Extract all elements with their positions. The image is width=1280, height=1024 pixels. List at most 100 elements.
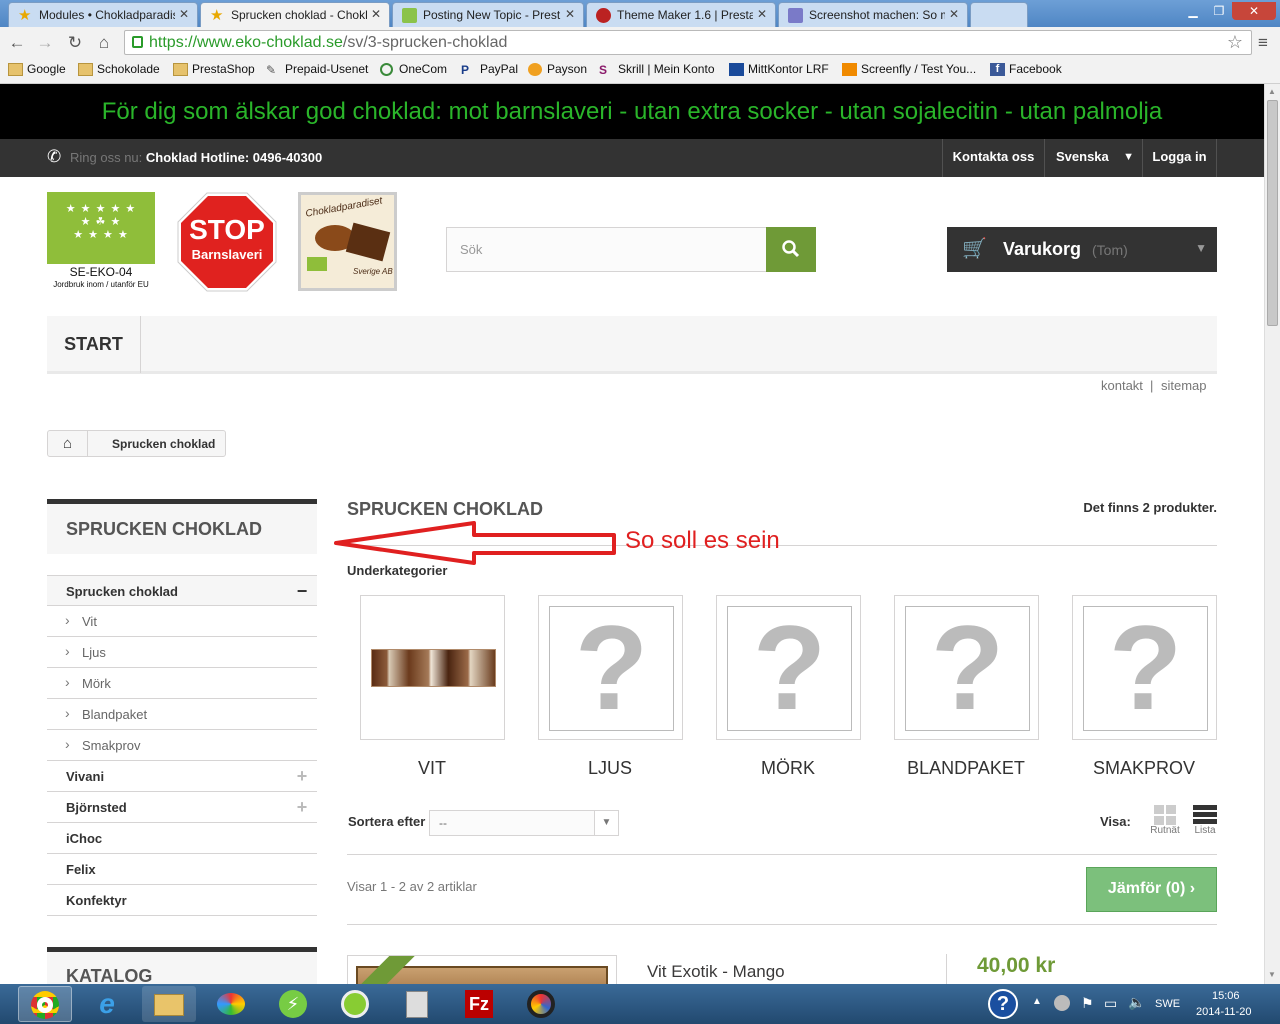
close-tab-icon[interactable]: ✕ bbox=[757, 7, 767, 21]
url-host: https://www.eko-choklad.se bbox=[149, 34, 343, 51]
subcategory-name-blandpaket[interactable]: Blandpaket bbox=[877, 758, 1055, 779]
tab-theme-maker[interactable]: Theme Maker 1.6 | Prestas ✕ bbox=[586, 2, 776, 27]
tab-screenshot[interactable]: Screenshot machen: So m ✕ bbox=[778, 2, 968, 27]
close-tab-icon[interactable]: ✕ bbox=[565, 7, 575, 21]
sort-select[interactable]: -- ▼ bbox=[429, 810, 619, 836]
bookmark-skrill[interactable]: S Skrill | Mein Konto bbox=[599, 62, 715, 77]
bookmark-facebook[interactable]: f Facebook bbox=[990, 62, 1062, 76]
tab-posting-new-topic[interactable]: Posting New Topic - Prest ✕ bbox=[392, 2, 584, 27]
lightning-icon: ⚡ bbox=[279, 990, 307, 1018]
bookmark-payson[interactable]: Payson bbox=[528, 62, 587, 76]
menu-icon[interactable]: ≡ bbox=[1252, 32, 1274, 54]
collapse-icon[interactable]: − bbox=[287, 576, 317, 606]
sidebar-item-ljus[interactable]: Ljus bbox=[47, 637, 317, 668]
expand-icon[interactable]: + bbox=[287, 761, 317, 791]
login-link[interactable]: Logga in bbox=[1142, 139, 1217, 177]
contact-link[interactable]: Kontakta oss bbox=[942, 139, 1044, 177]
app3-taskbar-button[interactable] bbox=[514, 986, 568, 1022]
tray-expand-icon[interactable]: ▲ bbox=[1032, 996, 1042, 1007]
bookmark-google[interactable]: Google bbox=[8, 62, 66, 76]
network-tray-icon[interactable] bbox=[1054, 995, 1070, 1011]
sidebar-item-smakprov[interactable]: Smakprov bbox=[47, 730, 317, 761]
cart-button[interactable]: 🛒 Varukorg (Tom) ▼ bbox=[947, 227, 1217, 272]
search-button[interactable] bbox=[766, 227, 816, 272]
app-taskbar-button[interactable]: ⚡ bbox=[266, 986, 320, 1022]
sidebar-item-felix[interactable]: Felix bbox=[47, 854, 317, 885]
home-icon[interactable]: ⌂ bbox=[48, 431, 88, 456]
sidebar-item-bjornsted[interactable]: Björnsted + bbox=[47, 792, 317, 823]
sidebar-item-vit[interactable]: Vit bbox=[47, 606, 317, 637]
tab-sprucken-choklad[interactable]: ★ Sprucken choklad - Chokl ✕ bbox=[200, 2, 390, 27]
subcategory-name-mork[interactable]: Mörk bbox=[699, 758, 877, 779]
search-input[interactable]: Sök bbox=[446, 227, 767, 272]
product-name[interactable]: Vit Exotik - Mango bbox=[647, 962, 785, 982]
bookmarks-bar: Google Schokolade PrestaShop ✎ Prepaid-Us… bbox=[0, 58, 1280, 84]
list-view-button[interactable]: Lista bbox=[1190, 805, 1220, 836]
filezilla-taskbar-button[interactable]: Fz bbox=[452, 986, 506, 1022]
language-indicator[interactable]: SWE bbox=[1155, 998, 1180, 1010]
subcategory-image-vit[interactable] bbox=[360, 595, 505, 740]
sidebar-item-sprucken-choklad[interactable]: Sprucken choklad − bbox=[47, 575, 317, 606]
subcategory-name-vit[interactable]: Vit bbox=[343, 758, 521, 779]
grid-view-button[interactable]: Rutnät bbox=[1150, 805, 1180, 836]
bookmark-screenfly[interactable]: Screenfly / Test You... bbox=[842, 62, 976, 76]
close-tab-icon[interactable]: ✕ bbox=[371, 7, 381, 21]
new-tab-button[interactable] bbox=[970, 2, 1028, 27]
calculator-taskbar-button[interactable] bbox=[390, 986, 444, 1022]
explorer-taskbar-button[interactable] bbox=[142, 986, 196, 1022]
sidebar-item-ichoc[interactable]: iChoc bbox=[47, 823, 317, 854]
ie-taskbar-button[interactable]: e bbox=[80, 986, 134, 1022]
calculator-icon bbox=[406, 991, 428, 1018]
app2-taskbar-button[interactable] bbox=[328, 986, 382, 1022]
bookmark-mittkontor[interactable]: MittKontor LRF bbox=[729, 62, 829, 76]
sidebar-item-blandpaket[interactable]: Blandpaket bbox=[47, 699, 317, 730]
scroll-thumb[interactable] bbox=[1267, 100, 1278, 326]
subcategory-image-ljus[interactable]: ? bbox=[538, 595, 683, 740]
expand-icon[interactable]: + bbox=[287, 792, 317, 822]
paint-taskbar-button[interactable] bbox=[204, 986, 258, 1022]
minimize-icon[interactable]: ▁ bbox=[1180, 2, 1206, 20]
forward-icon[interactable]: → bbox=[34, 32, 56, 54]
page-scrollbar[interactable]: ▲ ▼ bbox=[1264, 84, 1280, 984]
monitor-tray-icon[interactable]: ▭ bbox=[1104, 995, 1117, 1012]
volume-tray-icon[interactable]: 🔈 bbox=[1128, 994, 1145, 1011]
clock-time[interactable]: 15:06 bbox=[1212, 990, 1240, 1002]
sidebar-item-mork[interactable]: Mörk bbox=[47, 668, 317, 699]
help-icon[interactable]: ? bbox=[988, 989, 1018, 1019]
sitemap-link[interactable]: sitemap bbox=[1161, 378, 1207, 393]
subcategory-name-ljus[interactable]: Ljus bbox=[521, 758, 699, 779]
bookmark-schokolade[interactable]: Schokolade bbox=[78, 62, 160, 76]
subcategory-image-mork[interactable]: ? bbox=[716, 595, 861, 740]
subcategory-name-smakprov[interactable]: Smakprov bbox=[1055, 758, 1233, 779]
product-image[interactable] bbox=[347, 955, 617, 984]
home-icon[interactable]: ⌂ bbox=[93, 32, 115, 54]
page-favicon-icon bbox=[788, 8, 803, 23]
reload-icon[interactable]: ↻ bbox=[64, 32, 86, 54]
flag-tray-icon[interactable]: ⚑ bbox=[1081, 995, 1094, 1012]
bookmark-star-icon[interactable]: ☆ bbox=[1227, 32, 1243, 53]
scroll-down-icon[interactable]: ▼ bbox=[1268, 970, 1276, 979]
restore-icon[interactable]: ❐ bbox=[1206, 2, 1232, 20]
chrome-taskbar-button[interactable] bbox=[18, 986, 72, 1022]
bookmark-prepaid-usenet[interactable]: ✎ Prepaid-Usenet bbox=[266, 62, 368, 77]
address-bar[interactable]: https://www.eko-choklad.se/sv/3-sprucken… bbox=[124, 30, 1252, 55]
language-selector[interactable]: Svenska ▼ bbox=[1044, 139, 1142, 177]
menu-start[interactable]: START bbox=[47, 316, 141, 373]
web-page: För dig som älskar god choklad: mot barn… bbox=[0, 84, 1264, 984]
tab-modules[interactable]: ★ Modules • Chokladparadis ✕ bbox=[8, 2, 198, 27]
compare-button[interactable]: Jämför (0) › bbox=[1086, 867, 1217, 912]
bookmark-onecom[interactable]: OneCom bbox=[380, 62, 447, 76]
close-tab-icon[interactable]: ✕ bbox=[949, 7, 959, 21]
sidebar-item-konfektyr[interactable]: Konfektyr bbox=[47, 885, 317, 916]
kontakt-link[interactable]: kontakt bbox=[1101, 378, 1143, 393]
back-icon[interactable]: ← bbox=[6, 32, 28, 54]
clock-date[interactable]: 2014-11-20 bbox=[1196, 1006, 1251, 1018]
bookmark-prestashop[interactable]: PrestaShop bbox=[173, 62, 255, 76]
close-window-icon[interactable]: ✕ bbox=[1232, 2, 1276, 20]
close-tab-icon[interactable]: ✕ bbox=[179, 7, 189, 21]
sidebar-item-vivani[interactable]: Vivani + bbox=[47, 761, 317, 792]
subcategory-image-smakprov[interactable]: ? bbox=[1072, 595, 1217, 740]
scroll-up-icon[interactable]: ▲ bbox=[1268, 87, 1276, 96]
subcategory-image-blandpaket[interactable]: ? bbox=[894, 595, 1039, 740]
bookmark-paypal[interactable]: P PayPal bbox=[461, 62, 518, 77]
